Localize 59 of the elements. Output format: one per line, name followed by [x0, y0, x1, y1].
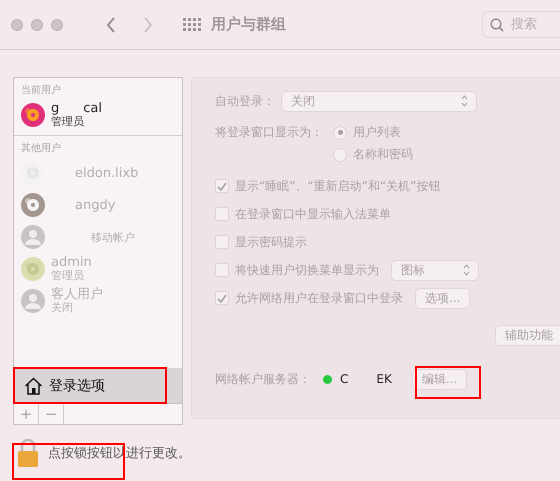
- auto-login-select[interactable]: 关闭: [281, 90, 477, 112]
- stepper-icon: [461, 95, 468, 107]
- add-button[interactable]: +: [14, 404, 39, 424]
- checkbox[interactable]: [215, 207, 229, 221]
- section-heading: 其他用户: [21, 142, 62, 155]
- house-icon: [24, 376, 43, 394]
- user-role: 管理员: [51, 115, 85, 128]
- edit-button[interactable]: 编辑...: [412, 368, 468, 390]
- checkbox-label: 显示“睡眠”、“重新启动”和“关机”按钮: [235, 178, 440, 194]
- login-options-item[interactable]: 登录选项: [14, 368, 182, 403]
- checkbox[interactable]: [215, 179, 229, 193]
- menu-style-select[interactable]: 图标: [391, 260, 479, 280]
- section-heading: 当前用户: [21, 84, 62, 97]
- search-input[interactable]: 搜索: [509, 16, 555, 33]
- accessibility-button[interactable]: 辅助功能: [495, 325, 560, 346]
- padlock-icon[interactable]: [17, 438, 39, 468]
- auto-login-label: 自动登录：: [215, 92, 275, 110]
- checkbox-label: 允许网络用户在登录窗口中登录: [235, 290, 403, 306]
- avatar-icon: [21, 225, 45, 249]
- radio-label: 用户列表: [353, 124, 401, 141]
- checkmark-icon: [217, 294, 227, 302]
- close-button[interactable]: [11, 18, 23, 30]
- options-button[interactable]: 选项...: [415, 288, 470, 308]
- radio-label: 名称和密码: [353, 146, 413, 163]
- network-server-label: 网络帐户服务器：: [215, 370, 311, 388]
- user-role: 关闭: [51, 301, 74, 314]
- server-name: EK: [376, 372, 392, 386]
- checkbox-label: 显示密码提示: [235, 234, 307, 250]
- window-title: 用户与群组: [211, 15, 286, 34]
- user-name: eldon.lixb: [75, 166, 138, 180]
- user-role: 移动帐户: [90, 230, 135, 244]
- avatar-icon: [21, 289, 45, 313]
- checkbox[interactable]: [215, 291, 229, 305]
- zoom-button[interactable]: [51, 18, 63, 30]
- back-icon[interactable]: [106, 16, 116, 32]
- search-field[interactable]: 搜索: [482, 11, 560, 38]
- grid-icon[interactable]: [183, 18, 201, 31]
- checkbox-label: 将快速用户切换菜单显示为: [235, 262, 379, 278]
- user-name: admin: [51, 256, 92, 269]
- remove-button[interactable]: −: [39, 404, 64, 424]
- login-window-label: 将登录窗口显示为：: [215, 124, 323, 141]
- radio-button[interactable]: [333, 126, 347, 140]
- checkbox[interactable]: [215, 235, 229, 249]
- checkbox-label: 在登录窗口中显示输入法菜单: [235, 206, 391, 222]
- checkmark-icon: [217, 182, 227, 190]
- checkbox[interactable]: [215, 263, 229, 277]
- user-name: angdy: [75, 198, 116, 212]
- forward-icon[interactable]: [143, 16, 153, 32]
- user-name: cal: [83, 102, 102, 115]
- search-icon: [490, 18, 504, 32]
- minimize-button[interactable]: [31, 18, 43, 30]
- user-name: 客人用户: [51, 288, 103, 301]
- highlight-frame: [415, 366, 481, 399]
- user-name: g: [51, 102, 60, 115]
- server-name: C: [340, 372, 348, 386]
- user-role: 管理员: [51, 269, 85, 282]
- stepper-icon: [463, 264, 470, 276]
- user-item[interactable]: g cal 管理员: [21, 99, 182, 131]
- radio-button[interactable]: [333, 148, 347, 162]
